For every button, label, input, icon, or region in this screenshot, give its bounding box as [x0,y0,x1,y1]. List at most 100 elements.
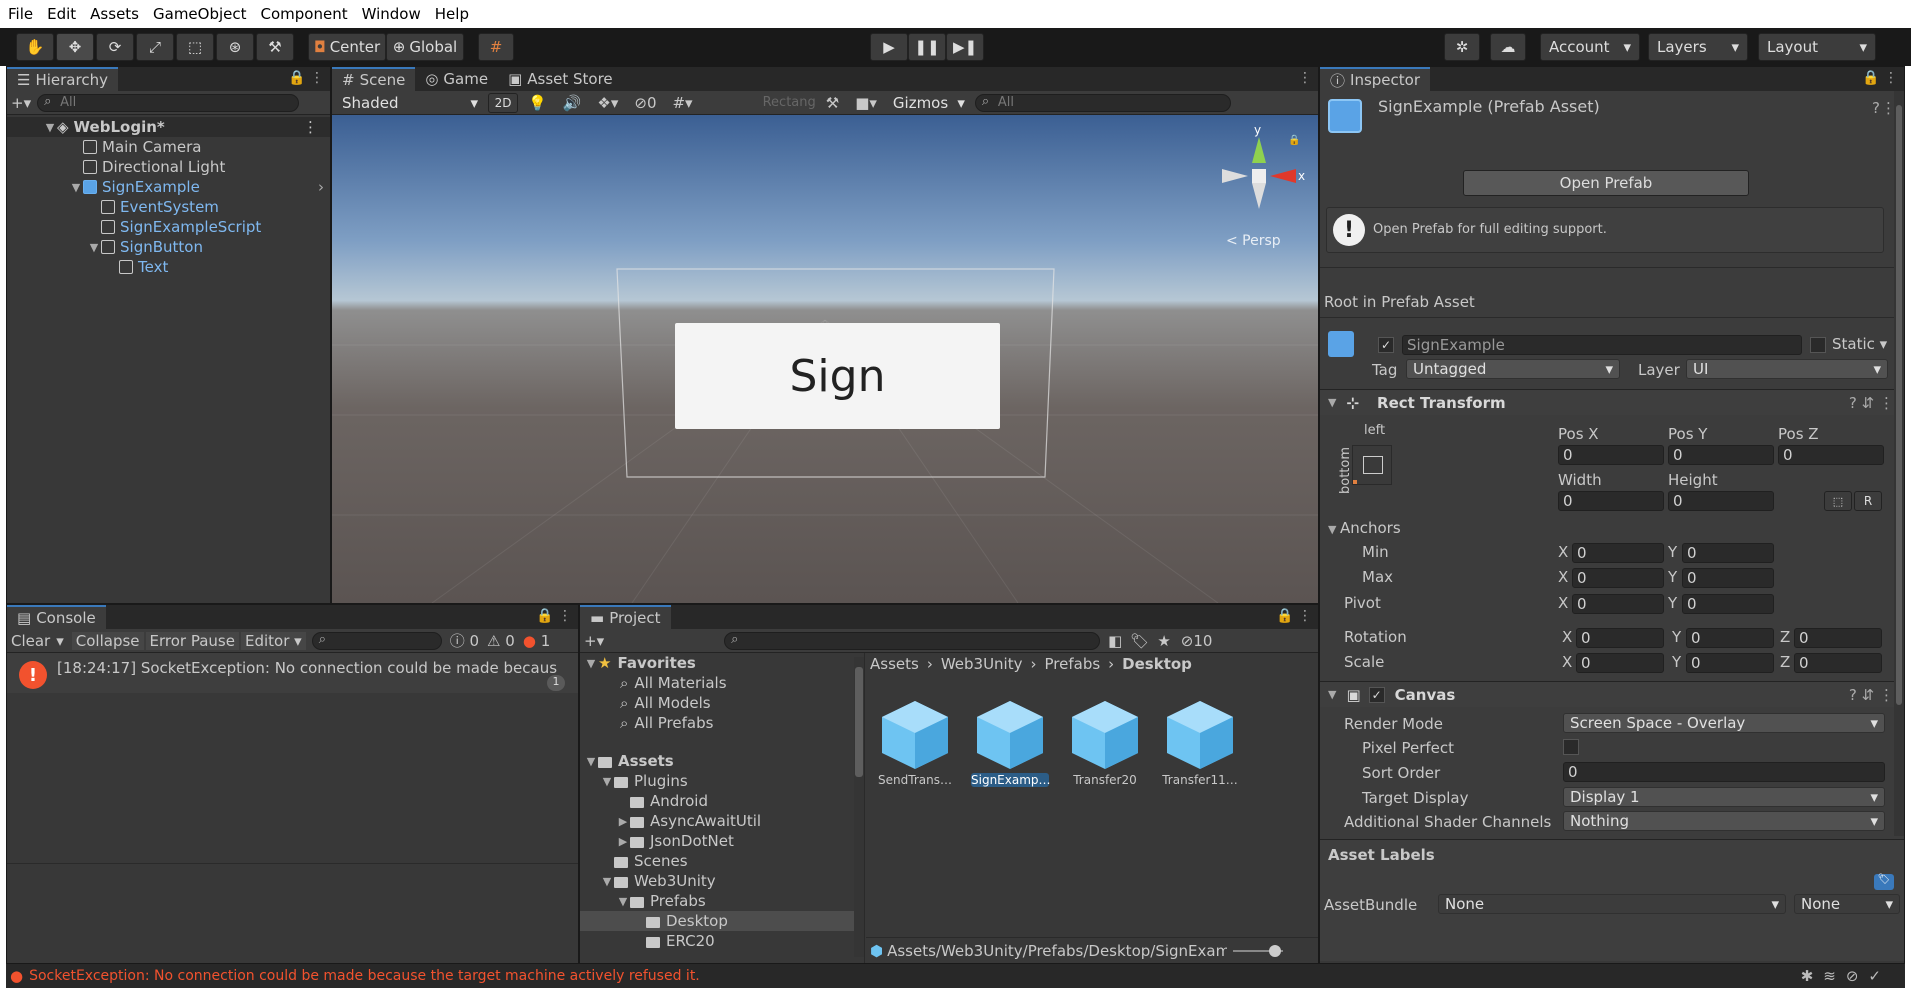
scene-root[interactable]: ▼ ◈ WebLogin* ⋮ [7,117,330,137]
active-checkbox[interactable]: ✓ [1378,337,1394,353]
rotation-z-field[interactable]: 0 [1794,628,1882,648]
help-icon[interactable]: ? [1872,99,1880,117]
scale-y-field[interactable]: 0 [1686,653,1774,673]
search-by-type-icon[interactable]: ◧ [1108,632,1122,650]
scene-viewport[interactable]: Sign y x 🔒 < Persp [332,115,1318,603]
hidden-packages-icon[interactable]: ⊘10 [1181,632,1213,650]
rect-tool-overlay[interactable]: Rectang [763,95,816,110]
collapse-toggle[interactable]: Collapse [71,631,144,650]
target-display-dropdown[interactable]: Display 1 ▾ [1563,787,1885,807]
folder-android[interactable]: Android [580,791,862,811]
static-checkbox[interactable] [1810,337,1826,353]
debug-off-icon[interactable]: ⊘ [1846,967,1869,985]
folder-jsondotnet[interactable]: ▶ JsonDotNet [580,831,862,851]
scale-x-field[interactable]: 0 [1576,653,1664,673]
folder-web3unity[interactable]: ▼ Web3Unity [580,871,862,891]
sign-button-preview[interactable]: Sign [675,323,1000,429]
clear-options-icon[interactable]: ▾ [56,632,64,650]
projection-label[interactable]: < Persp [1226,233,1281,249]
raw-edit-button[interactable]: R [1854,491,1882,511]
breadcrumb-assets[interactable]: Assets [870,655,919,673]
hierarchy-item-text[interactable]: Text [7,257,330,277]
breadcrumb-prefabs[interactable]: Prefabs [1045,655,1101,673]
2d-toggle[interactable]: 2D [488,92,518,113]
layer-dropdown[interactable]: UI ▾ [1686,359,1888,379]
menu-component[interactable]: Component [261,5,348,23]
grid-toggle-icon[interactable]: #▾ [672,94,692,112]
menu-gameobject[interactable]: GameObject [153,5,247,23]
hidden-objects-icon[interactable]: ⊘0 [634,94,656,112]
pause-button[interactable]: ❚❚ [908,33,946,61]
asset-item[interactable]: SendTrans… [876,697,954,787]
expand-arrow-icon[interactable]: ▼ [43,121,57,134]
layers-dropdown[interactable]: Layers ▾ [1648,33,1748,61]
component-options-icon[interactable]: ? ⇵ ⋮ [1849,686,1894,704]
more-icon[interactable]: ⋮ [303,118,318,136]
x-axis-cone[interactable] [1270,169,1296,183]
asset-item[interactable]: Transfer20 [1066,697,1144,787]
shader-channels-dropdown[interactable]: Nothing ▾ [1563,811,1885,831]
anchor-min-x-field[interactable]: 0 [1572,543,1664,563]
check-circle-icon[interactable]: ✓ [1868,967,1891,985]
panel-options-icon[interactable]: 🔒 ⋮ [1276,608,1312,624]
console-search-input[interactable] [311,631,442,650]
object-name-field[interactable]: SignExample [1402,335,1802,355]
favorite-all-prefabs[interactable]: ⌕ All Prefabs [580,713,862,733]
hierarchy-item-signbutton[interactable]: ▼ SignButton [7,237,330,257]
transform-tool-button[interactable]: ⊛ [216,33,254,61]
rect-tool-button[interactable]: ⬚ [176,33,214,61]
gameobject-prefab-icon[interactable] [1328,331,1354,357]
console-log-entry[interactable]: ! [18:24:17] SocketException: No connect… [7,653,578,693]
collab-button[interactable]: ✲ [1444,33,1480,61]
lock-icon[interactable]: 🔒 [1288,135,1300,146]
chevron-right-icon[interactable]: › [318,178,324,196]
component-options-icon[interactable]: ? ⇵ ⋮ [1849,394,1894,412]
asset-item-selected[interactable]: SignExamp… [971,697,1051,787]
panel-options-icon[interactable]: 🔒 ⋮ [288,70,324,86]
expand-arrow-icon[interactable]: ▼ [69,181,83,194]
pos-z-field[interactable]: 0 [1778,445,1884,465]
rotation-y-field[interactable]: 0 [1686,628,1774,648]
menu-file[interactable]: File [8,5,33,23]
folder-desktop[interactable]: Desktop [580,911,862,931]
menu-help[interactable]: Help [435,5,469,23]
tab-asset-store[interactable]: ▣ Asset Store [498,67,623,91]
create-button[interactable]: +▾ [584,632,604,650]
editor-dropdown[interactable]: Editor ▾ [240,631,306,650]
add-button[interactable]: +▾ [11,94,31,112]
neg-x-axis-cone[interactable] [1222,169,1248,183]
folder-erc20[interactable]: ERC20 [580,931,862,951]
hierarchy-item-directional-light[interactable]: Directional Light [7,157,330,177]
sort-order-field[interactable]: 0 [1563,762,1885,782]
label-tag-icon[interactable]: 🏷 [1874,874,1894,890]
tab-inspector[interactable]: ⓘ Inspector [1320,67,1430,91]
assets-folder[interactable]: ▼ Assets [580,751,862,771]
account-dropdown[interactable]: Account ▾ [1540,33,1640,61]
expand-arrow-icon[interactable]: ▼ [87,241,101,254]
move-tool-button[interactable]: ✥ [56,33,94,61]
canvas-header[interactable]: ▼ ▣ ✓ Canvas ? ⇵ ⋮ [1320,681,1904,707]
status-bar[interactable]: ● SocketException: No connection could b… [6,964,1905,988]
hierarchy-item-main-camera[interactable]: Main Camera [7,137,330,157]
pixel-perfect-checkbox[interactable] [1563,739,1579,755]
layers-icon[interactable]: ≋ [1823,967,1846,985]
breadcrumb-web3unity[interactable]: Web3Unity [941,655,1023,673]
scale-tool-button[interactable]: ⤢ [136,33,174,61]
asset-bundle-dropdown[interactable]: None ▾ [1438,894,1786,914]
icon-size-slider[interactable] [1233,944,1284,957]
static-dropdown[interactable]: Static ▾ [1832,335,1887,353]
play-button[interactable]: ▶ [870,33,908,61]
panel-options-icon[interactable]: ⋮ [1298,70,1312,86]
effects-icon[interactable]: ❖▾ [597,94,618,112]
status-icons[interactable]: ✱≋⊘✓ [1801,967,1891,985]
camera-icon[interactable]: ■▾ [855,94,877,112]
render-mode-dropdown[interactable]: Screen Space - Overlay ▾ [1563,713,1885,733]
hierarchy-item-signexample[interactable]: ▼ SignExample › [7,177,330,197]
pos-y-field[interactable]: 0 [1668,445,1774,465]
height-field[interactable]: 0 [1668,491,1774,511]
hierarchy-item-eventsystem[interactable]: EventSystem [7,197,330,217]
shading-mode-dropdown[interactable]: Shaded ▾ [336,92,484,113]
clear-button[interactable]: Clear [11,632,50,650]
custom-tool-button[interactable]: ⚒ [256,33,294,61]
grid-snap-button[interactable]: # [478,33,514,61]
